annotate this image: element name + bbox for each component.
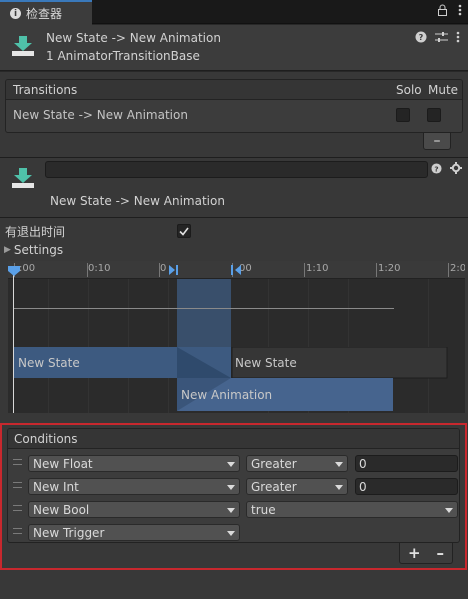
transition-icon <box>11 35 35 60</box>
tab-bar: i 检查器 <box>0 0 468 25</box>
settings-label: Settings <box>13 243 64 257</box>
header-subtitle: 1 AnimatorTransitionBase <box>46 49 200 63</box>
parameter-dropdown[interactable]: New Trigger <box>28 524 240 541</box>
chevron-down-icon <box>227 485 235 490</box>
drag-handle-icon[interactable] <box>13 459 22 465</box>
chevron-down-icon <box>335 462 343 467</box>
chevron-down-icon <box>227 531 235 536</box>
inspector-header: New State -> New Animation 1 AnimatorTra… <box>0 25 468 71</box>
transition-icon <box>11 167 35 192</box>
divider <box>0 157 468 158</box>
solo-header: Solo <box>396 82 422 97</box>
parameter-value: New Float <box>33 456 93 471</box>
playhead-handle-icon[interactable] <box>8 266 20 276</box>
conditions-footer: + – <box>399 543 453 564</box>
header-title: New State -> New Animation <box>46 31 221 45</box>
drag-handle-icon[interactable] <box>13 482 22 488</box>
lock-icon[interactable] <box>437 4 448 16</box>
tick-label: 0:10 <box>88 263 111 274</box>
drag-handle-icon[interactable] <box>13 505 22 511</box>
inspector-body: Transitions Solo Mute New State -> New A… <box>0 72 468 599</box>
source-state-label: New State <box>18 356 80 370</box>
chevron-down-icon <box>445 508 453 513</box>
transition-row[interactable]: New State -> New Animation <box>6 100 462 130</box>
bool-value: true <box>251 502 276 517</box>
parameter-dropdown[interactable]: New Int <box>28 478 240 495</box>
has-exit-time-label: 有退出时间 <box>5 225 66 239</box>
transition-start-marker-icon[interactable] <box>168 264 180 276</box>
transition-end-marker-icon[interactable] <box>230 264 242 276</box>
tab-inspector[interactable]: i 检查器 <box>0 0 92 25</box>
conditions-list: Conditions New Float Greater 0 New Int G… <box>7 428 460 543</box>
bool-value-dropdown[interactable]: true <box>246 501 458 518</box>
threshold-input[interactable]: 0 <box>355 455 458 472</box>
checkmark-icon <box>179 227 189 236</box>
threshold-input[interactable]: 0 <box>355 478 458 495</box>
svg-text:?: ? <box>419 33 424 42</box>
tick-label: 0 <box>160 263 167 274</box>
settings-foldout[interactable]: ▶ Settings <box>4 243 63 257</box>
operator-dropdown[interactable]: Greater <box>246 478 348 495</box>
remove-condition-button[interactable]: – <box>437 544 445 562</box>
drag-handle-icon[interactable] <box>13 528 22 534</box>
condition-row: New Bool true <box>8 499 459 519</box>
more-icon[interactable] <box>456 31 460 46</box>
condition-row: New Int Greater 0 <box>8 476 459 496</box>
conditions-header: Conditions <box>8 429 459 449</box>
tick-label: 1:10 <box>306 263 329 274</box>
transition-title: New State -> New Animation <box>50 194 225 208</box>
more-menu-icon[interactable] <box>458 4 462 16</box>
parameter-value: New Trigger <box>33 525 105 540</box>
tick-label: :00 <box>19 263 36 274</box>
transitions-list: Transitions Solo Mute New State -> New A… <box>5 79 463 133</box>
help-icon[interactable]: ? <box>431 162 442 177</box>
chevron-down-icon <box>227 462 235 467</box>
gear-icon[interactable] <box>450 162 462 177</box>
condition-row: New Float Greater 0 <box>8 453 459 473</box>
blend-curve <box>14 308 394 309</box>
destination-animation-label: New Animation <box>181 388 273 402</box>
remove-transition-button[interactable]: – <box>423 132 451 150</box>
mute-header: Mute <box>428 82 459 97</box>
parameter-dropdown[interactable]: New Bool <box>28 501 240 518</box>
chevron-down-icon <box>335 485 343 490</box>
parameter-value: New Int <box>33 479 79 494</box>
info-icon: i <box>10 8 21 19</box>
solo-checkbox[interactable] <box>396 108 410 122</box>
conditions-panel: Conditions New Float Greater 0 New Int G… <box>0 423 467 570</box>
parameter-dropdown[interactable]: New Float <box>28 455 240 472</box>
timeline-ruler: :00 0:10 0 00 1:10 1:20 2:0 <box>8 261 465 279</box>
tick-mark <box>376 263 377 277</box>
playhead[interactable] <box>13 269 14 413</box>
mute-checkbox[interactable] <box>427 108 441 122</box>
transitions-header: Transitions Solo Mute <box>6 80 462 100</box>
add-condition-button[interactable]: + <box>408 544 421 562</box>
preset-sliders-icon[interactable] <box>435 31 448 46</box>
operator-value: Greater <box>251 479 297 494</box>
tick-label: 1:20 <box>378 263 401 274</box>
has-exit-time-checkbox[interactable] <box>177 224 191 238</box>
transitions-title: Transitions <box>13 82 78 97</box>
foldout-arrow-icon: ▶ <box>4 245 11 255</box>
tick-label: 2:0 <box>450 263 465 274</box>
transition-name-field[interactable] <box>45 161 428 178</box>
tab-label: 检查器 <box>26 7 63 21</box>
chevron-down-icon <box>227 508 235 513</box>
operator-dropdown[interactable]: Greater <box>246 455 348 472</box>
tick-mark <box>448 263 449 277</box>
condition-row: New Trigger <box>8 522 459 542</box>
transition-row-name: New State -> New Animation <box>13 108 188 122</box>
tick-mark <box>304 263 305 277</box>
operator-value: Greater <box>251 456 297 471</box>
source-state-tail-label: New State <box>235 356 297 370</box>
parameter-value: New Bool <box>33 502 90 517</box>
divider <box>0 217 468 218</box>
help-icon[interactable]: ? <box>415 31 427 46</box>
svg-text:?: ? <box>434 164 438 173</box>
